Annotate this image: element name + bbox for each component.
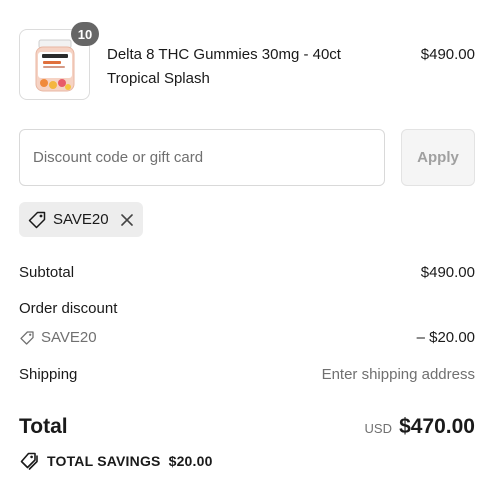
tag-icon [20,331,34,345]
discount-code-input[interactable] [19,129,385,186]
product-name: Delta 8 THC Gummies 30mg - 40ct Tropical… [107,46,341,87]
subtotal-label: Subtotal [19,264,75,281]
tag-icon [28,211,46,228]
remove-discount-button[interactable] [119,212,135,228]
discount-amount: – $20.00 [416,329,475,346]
quantity-badge: 10 [71,22,99,46]
product-price: $490.00 [420,46,475,63]
shipping-label: Shipping [19,366,78,383]
total-savings-row: TOTAL SAVINGS $20.00 [19,451,213,471]
apply-discount-button[interactable]: Apply [401,129,475,186]
total-savings-label: TOTAL SAVINGS [47,453,161,469]
discount-code-row: SAVE20 [19,328,97,348]
applied-discount-chip: SAVE20 [19,202,143,237]
subtotal-value: $490.00 [420,264,475,281]
tags-icon [20,452,38,470]
total-currency: USD [364,421,392,436]
close-icon [120,213,133,226]
shipping-value: Enter shipping address [321,366,475,383]
applied-discount-code: SAVE20 [53,211,109,228]
total-value: $470.00 [399,415,475,438]
discount-code-label: SAVE20 [41,329,97,346]
total-label: Total [19,415,68,438]
total-savings-value: $20.00 [168,453,213,469]
order-discount-label: Order discount [19,300,118,317]
